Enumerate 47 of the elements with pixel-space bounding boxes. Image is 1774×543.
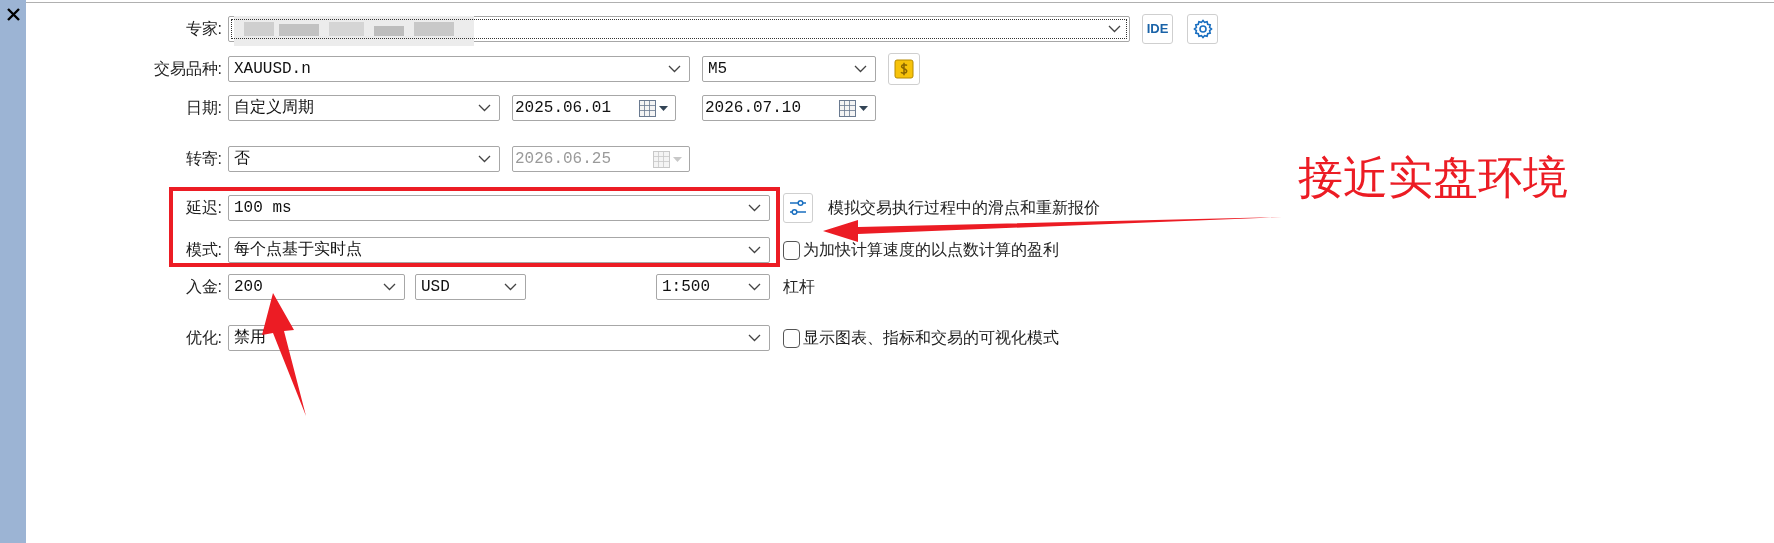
dropdown[interactable]: 1:500 [656,274,770,300]
settings-button[interactable] [1187,14,1218,44]
chevron-down-icon [748,283,761,291]
dropdown[interactable]: M5 [702,56,876,82]
field-label: 转寄: [185,149,222,169]
settings-icon [1192,19,1213,39]
field-label: 模式: [185,240,222,260]
dollar-icon [894,59,914,79]
dropdown[interactable]: 200 [228,274,405,300]
field-label: 交易品种: [153,59,222,79]
delay-settings-button[interactable] [783,193,813,223]
callout-text: 接近实盘环境 [1298,155,1568,200]
symbol-button[interactable] [888,53,920,85]
checkbox-label: 显示图表、指标和交易的可视化模式 [803,328,1059,348]
dropdown[interactable]: 100 ms [228,195,770,221]
field-label: 延迟: [185,198,222,218]
description-text: 杠杆 [783,277,815,297]
dropdown[interactable]: USD [415,274,526,300]
chevron-down-icon [668,65,681,73]
dropdown[interactable]: 每个点基于实时点 [228,237,770,263]
checkbox-label: 为加快计算速度的以点数计算的盈利 [803,240,1059,260]
dropdown[interactable]: 自定义周期 [228,95,500,121]
calendar-icon[interactable] [839,100,869,117]
field-label: 入金: [185,277,222,297]
field-label: 优化: [185,328,222,348]
chevron-down-icon [1108,25,1121,33]
field-label: 日期: [185,98,222,118]
date-field[interactable]: 2025.06.01 [512,95,676,121]
dropdown[interactable]: XAUUSD.n [228,56,690,82]
checkbox[interactable] [783,328,800,348]
chevron-down-icon [504,283,517,291]
close-icon[interactable] [7,8,20,21]
chevron-down-icon [748,334,761,342]
chevron-down-icon [383,283,396,291]
chevron-down-icon [854,65,867,73]
chevron-down-icon [748,246,761,254]
description-text: 模拟交易执行过程中的滑点和重新报价 [828,198,1100,218]
chevron-down-icon [478,104,491,112]
sliders-icon [788,198,808,218]
chevron-down-icon [748,204,761,212]
dropdown[interactable]: 否 [228,146,500,172]
chevron-down-icon [478,155,491,163]
calendar-icon[interactable] [639,100,669,117]
field-label: 专家: [185,19,222,39]
ide-button[interactable]: IDE [1142,14,1173,44]
date-field[interactable]: 2026.07.10 [702,95,876,121]
checkbox[interactable] [783,240,800,260]
